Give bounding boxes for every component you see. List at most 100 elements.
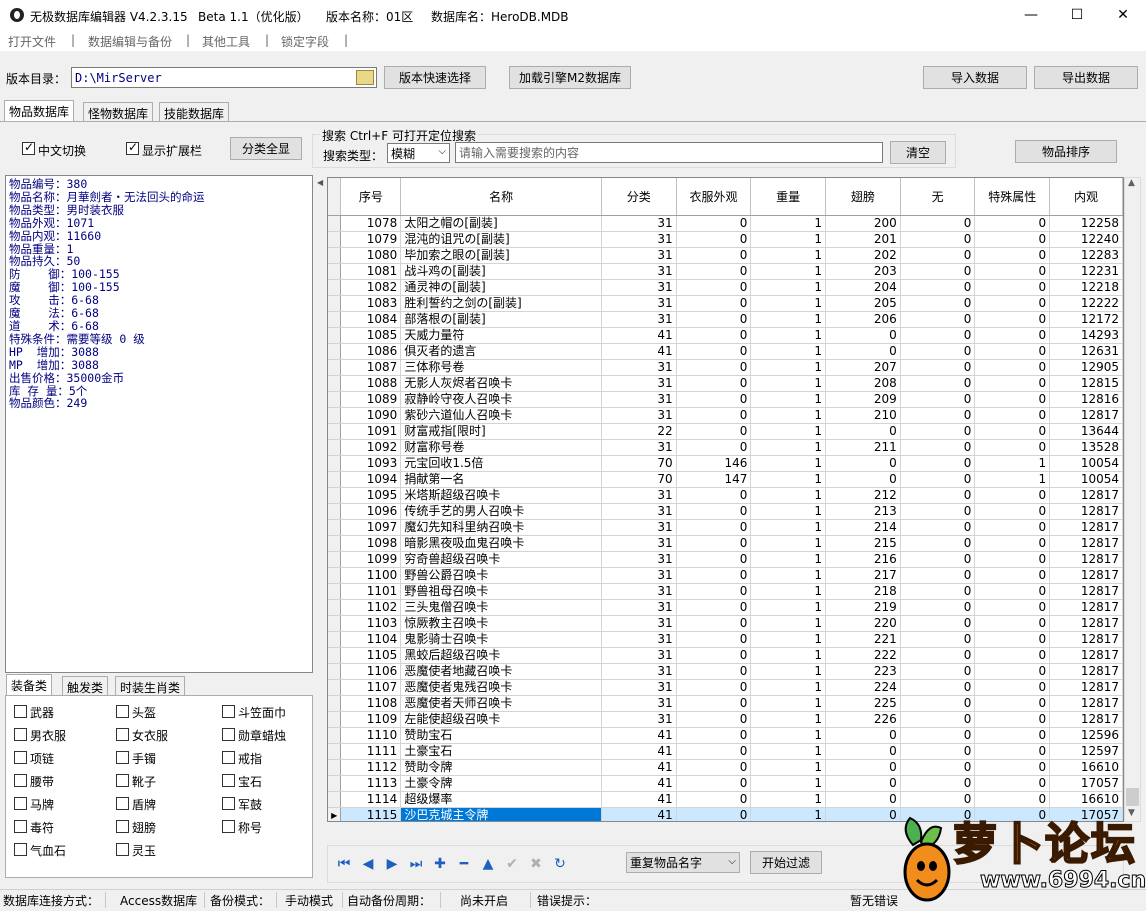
table-row[interactable]: 1085 天威力量符 41 0 1 0 0 0 14293 xyxy=(328,327,1123,344)
column-header[interactable]: 名称 xyxy=(400,178,602,216)
cell-value[interactable]: 0 xyxy=(974,743,1051,760)
row-indicator[interactable] xyxy=(328,391,342,408)
cell-value[interactable]: 0 xyxy=(974,295,1051,312)
cell-value[interactable]: 31 xyxy=(601,711,677,728)
category-checkbox[interactable] xyxy=(222,728,235,741)
cell-value[interactable]: 0 xyxy=(900,663,976,680)
category-checkbox[interactable] xyxy=(222,705,235,718)
cell-value[interactable]: 0 xyxy=(900,391,976,408)
cell-value[interactable]: 1 xyxy=(750,759,827,776)
cell-value[interactable]: 12596 xyxy=(1049,727,1123,744)
cell-value[interactable]: 0 xyxy=(974,599,1051,616)
category-checkbox[interactable] xyxy=(14,728,27,741)
cell-value[interactable]: 0 xyxy=(676,391,752,408)
cell-value[interactable]: 0 xyxy=(974,407,1051,424)
cell-value[interactable]: 12222 xyxy=(1049,295,1123,312)
row-indicator[interactable] xyxy=(328,631,342,648)
cell-value[interactable]: 31 xyxy=(601,439,677,456)
cell-value[interactable]: 201 xyxy=(825,231,901,248)
cell-value[interactable]: 0 xyxy=(900,215,976,232)
cell-value[interactable]: 0 xyxy=(974,439,1051,456)
clear-button[interactable]: 清空 xyxy=(890,141,946,164)
table-row[interactable]: 1084 部落根の[副装] 31 0 1 206 0 0 12172 xyxy=(328,311,1123,328)
cell-value[interactable]: 0 xyxy=(900,343,976,360)
cell-value[interactable]: 0 xyxy=(974,215,1051,232)
cell-value[interactable]: 1 xyxy=(750,407,827,424)
dir-input[interactable]: D:\MirServer xyxy=(71,67,377,88)
cell-value[interactable]: 1 xyxy=(750,343,827,360)
cell-value[interactable]: 217 xyxy=(825,567,901,584)
cell-name[interactable]: 暗影黑夜吸血鬼召唤卡 xyxy=(400,535,602,552)
cell-value[interactable]: 219 xyxy=(825,599,901,616)
cell-value[interactable]: 206 xyxy=(825,311,901,328)
row-indicator[interactable] xyxy=(328,359,342,376)
cell-name[interactable]: 太阳之帽の[副装] xyxy=(400,215,602,232)
cell-value[interactable]: 1107 xyxy=(340,679,402,696)
category-checkbox[interactable] xyxy=(222,797,235,810)
cell-name[interactable]: 野兽祖母召唤卡 xyxy=(400,583,602,600)
cell-value[interactable]: 1 xyxy=(750,631,827,648)
version-quick-select-button[interactable]: 版本快速选择 xyxy=(384,66,486,89)
cell-value[interactable]: 0 xyxy=(974,631,1051,648)
column-header[interactable]: 特殊属性 xyxy=(974,178,1051,216)
cell-value[interactable]: 1 xyxy=(750,471,827,488)
cell-name[interactable]: 惊厥教主召唤卡 xyxy=(400,615,602,632)
cell-value[interactable]: 12817 xyxy=(1049,711,1123,728)
row-indicator[interactable] xyxy=(328,343,342,360)
cell-value[interactable]: 0 xyxy=(900,455,976,472)
cell-value[interactable]: 0 xyxy=(974,375,1051,392)
cell-value[interactable]: 1 xyxy=(750,519,827,536)
cell-value[interactable]: 0 xyxy=(900,759,976,776)
cell-value[interactable]: 0 xyxy=(900,311,976,328)
cell-value[interactable]: 0 xyxy=(676,423,752,440)
cell-value[interactable]: 1093 xyxy=(340,455,402,472)
cell-value[interactable]: 1110 xyxy=(340,727,402,744)
row-indicator[interactable]: ▶ xyxy=(328,807,342,821)
cell-name[interactable]: 传统手艺的男人召唤卡 xyxy=(400,503,602,520)
cell-value[interactable]: 1099 xyxy=(340,551,402,568)
row-indicator[interactable] xyxy=(328,503,342,520)
cell-value[interactable]: 0 xyxy=(825,455,901,472)
cell-value[interactable]: 1 xyxy=(750,215,827,232)
cell-value[interactable]: 0 xyxy=(900,615,976,632)
cell-value[interactable]: 31 xyxy=(601,695,677,712)
cell-name[interactable]: 鬼影骑士召唤卡 xyxy=(400,631,602,648)
cell-value[interactable]: 1115 xyxy=(340,807,402,821)
cell-value[interactable]: 1 xyxy=(750,791,827,808)
cell-value[interactable]: 213 xyxy=(825,503,901,520)
cell-value[interactable]: 214 xyxy=(825,519,901,536)
cell-value[interactable]: 1 xyxy=(750,359,827,376)
import-button[interactable]: 导入数据 xyxy=(923,66,1027,89)
cell-value[interactable]: 223 xyxy=(825,663,901,680)
cell-value[interactable]: 0 xyxy=(825,743,901,760)
table-row[interactable]: 1106 恶魔使者地藏召唤卡 31 0 1 223 0 0 12817 xyxy=(328,663,1123,680)
cell-value[interactable]: 0 xyxy=(900,327,976,344)
cell-value[interactable]: 1087 xyxy=(340,359,402,376)
cell-name[interactable]: 财富戒指[限时] xyxy=(400,423,602,440)
cell-value[interactable]: 1111 xyxy=(340,743,402,760)
cell-value[interactable]: 147 xyxy=(676,471,752,488)
cell-name[interactable]: 赞助宝石 xyxy=(400,727,602,744)
cell-value[interactable]: 1080 xyxy=(340,247,402,264)
cell-value[interactable]: 0 xyxy=(900,727,976,744)
cell-value[interactable]: 1 xyxy=(750,807,827,821)
cell-value[interactable]: 0 xyxy=(974,615,1051,632)
table-row[interactable]: 1087 三体称号卷 31 0 1 207 0 0 12905 xyxy=(328,359,1123,376)
cell-value[interactable]: 10054 xyxy=(1049,455,1123,472)
cell-value[interactable]: 12817 xyxy=(1049,695,1123,712)
cell-value[interactable]: 0 xyxy=(676,327,752,344)
table-row[interactable]: 1082 通灵神の[副装] 31 0 1 204 0 0 12218 xyxy=(328,279,1123,296)
cell-value[interactable]: 12815 xyxy=(1049,375,1123,392)
cell-value[interactable]: 0 xyxy=(676,503,752,520)
cell-value[interactable]: 0 xyxy=(900,231,976,248)
cell-name[interactable]: 土豪宝石 xyxy=(400,743,602,760)
tab-trigger[interactable]: 触发类 xyxy=(62,676,109,696)
cell-name[interactable]: 寂静岭守夜人召唤卡 xyxy=(400,391,602,408)
cell-name[interactable]: 米塔斯超级召唤卡 xyxy=(400,487,602,504)
cell-value[interactable]: 1 xyxy=(750,487,827,504)
grid-vertical-scrollbar[interactable]: ▲ ▼ xyxy=(1124,177,1141,822)
cell-value[interactable]: 0 xyxy=(825,327,901,344)
cell-value[interactable]: 0 xyxy=(900,743,976,760)
cell-value[interactable]: 1082 xyxy=(340,279,402,296)
table-row[interactable]: 1086 俱灭者的遗言 41 0 1 0 0 0 12631 xyxy=(328,343,1123,360)
